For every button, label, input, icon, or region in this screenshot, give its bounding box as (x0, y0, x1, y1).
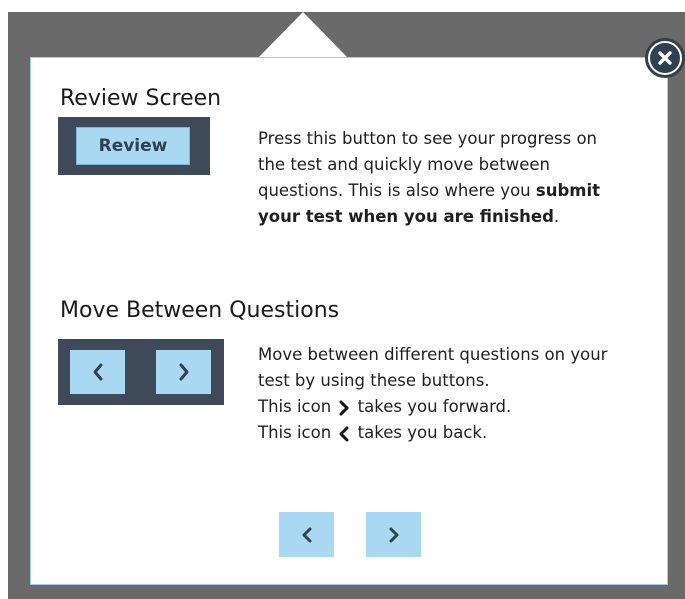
back-line-suffix: takes you back. (357, 423, 488, 442)
chevron-right-icon (389, 527, 398, 542)
review-description: Press this button to see your progress o… (258, 126, 628, 230)
close-button[interactable] (645, 38, 685, 78)
review-demo-bar: Review (58, 117, 210, 175)
review-section-title: Review Screen (60, 86, 222, 111)
back-line-prefix: This icon (258, 423, 332, 442)
move-description-line2: This icon takes you forward. (258, 394, 628, 420)
chevron-left-icon (93, 363, 102, 381)
chevron-right-icon (179, 363, 188, 381)
move-description: Move between different questions on your… (258, 342, 628, 446)
nav-demo-bar (58, 339, 224, 405)
close-icon (650, 43, 680, 73)
popover-pointer (258, 12, 348, 58)
forward-line-suffix: takes you forward. (357, 397, 512, 416)
review-button[interactable]: Review (76, 127, 190, 165)
demo-previous-button[interactable] (70, 350, 125, 394)
move-description-line1: Move between different questions on your… (258, 345, 608, 390)
chevron-right-icon (339, 400, 349, 415)
chevron-left-icon (339, 426, 349, 441)
next-page-button[interactable] (366, 512, 421, 557)
forward-line-prefix: This icon (258, 397, 332, 416)
move-description-line3: This icon takes you back. (258, 420, 628, 446)
chevron-left-icon (302, 527, 311, 542)
move-section-title: Move Between Questions (60, 298, 340, 323)
demo-next-button[interactable] (156, 350, 211, 394)
review-description-tail: . (553, 207, 560, 226)
previous-page-button[interactable] (279, 512, 334, 557)
